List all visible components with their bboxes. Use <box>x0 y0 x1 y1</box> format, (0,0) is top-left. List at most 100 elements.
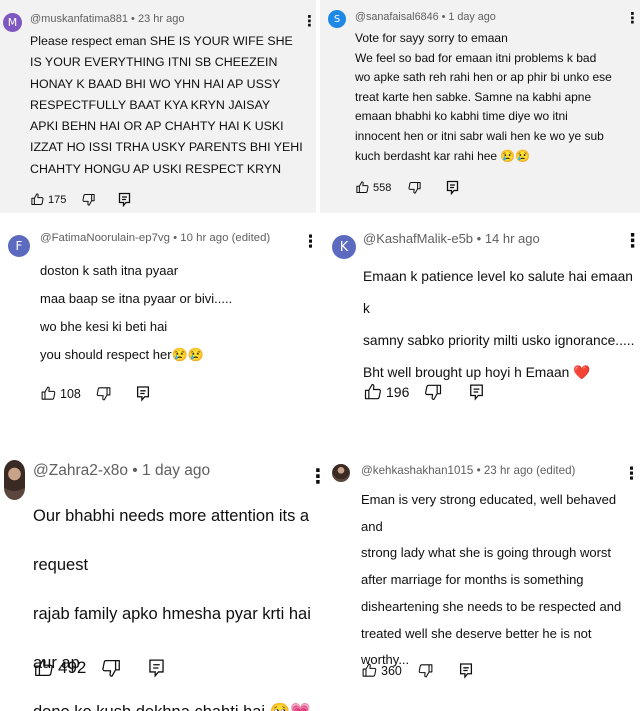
more-vert-icon[interactable]: ⋮ <box>302 232 319 252</box>
comment-card-2: S @sanafaisal6846 • 1 day ago ⋮ Vote for… <box>320 0 640 213</box>
comment-line: Our bhabhi needs more attention its a re… <box>33 507 310 574</box>
comment-card-1: M @muskanfatima881 • 23 hr ago ⋮ Please … <box>0 0 316 213</box>
comment-card-5: @Zahra2-x8o • 1 day ago ⋮ Our bhabhi nee… <box>0 440 320 711</box>
comment-author[interactable]: @sanafaisal6846 <box>355 11 439 23</box>
comment-time[interactable]: 14 hr ago <box>485 231 540 246</box>
thumbs-down-icon[interactable] <box>417 662 434 679</box>
comment-actions: 492 <box>33 657 165 679</box>
comment-line: We feel so bad for emaan itni problems k… <box>355 50 597 65</box>
comment-line: IZZAT HO ISSI TRHA USKY PARENTS BHI YEHI <box>30 140 303 155</box>
thumbs-down-icon[interactable] <box>423 382 443 402</box>
like-button[interactable]: 492 <box>33 657 86 679</box>
reply-icon[interactable] <box>469 382 484 402</box>
comment-line: doston k sath itna pyaar <box>40 263 179 278</box>
reply-icon[interactable] <box>459 662 473 679</box>
comment-author[interactable]: @kehkashakhan1015 <box>361 464 473 477</box>
like-button[interactable]: 360 <box>361 662 402 679</box>
comment-header: @kehkashakhan1015 • 23 hr ago (edited) <box>361 464 576 477</box>
thumbs-up-icon <box>30 192 45 207</box>
comment-author[interactable]: @Zahra2-x8o <box>33 462 128 479</box>
avatar[interactable] <box>332 464 350 482</box>
comment-line: wo apke sath reh rahi hen or ap phir bi … <box>355 70 612 85</box>
comment-header: @Zahra2-x8o • 1 day ago <box>33 462 211 479</box>
comment-line: innocent hen or itni sabr wali hen ke wo… <box>355 128 604 143</box>
avatar[interactable]: F <box>8 235 30 257</box>
comment-line: disheartening she needs to be respected … <box>361 598 622 614</box>
comment-line: maa baap se itna pyaar or bivi..... <box>40 291 233 306</box>
reply-icon[interactable] <box>148 657 165 679</box>
thumbs-up-icon <box>40 385 57 402</box>
more-vert-icon[interactable]: ⋮ <box>625 9 640 27</box>
comment-line: Eman is very strong educated, well behav… <box>361 492 617 534</box>
comment-actions: 558 <box>355 180 459 195</box>
like-count: 196 <box>386 384 410 400</box>
comment-line: kuch berdasht kar rahi hee 😢😢 <box>355 148 531 163</box>
comment-line: HONAY K BAAD BHI WO YHN HAI AP USSY <box>30 76 281 91</box>
comment-line: Emaan k patience level ko salute hai ema… <box>363 269 633 316</box>
like-count: 108 <box>60 386 81 401</box>
comment-card-6: @kehkashakhan1015 • 23 hr ago (edited) ⋮… <box>323 440 640 711</box>
comment-time[interactable]: 23 hr ago (edited) <box>484 464 576 477</box>
comment-line: wo bhe kesi ki beti hai <box>40 319 168 334</box>
thumbs-down-icon[interactable] <box>81 192 96 207</box>
reply-icon[interactable] <box>118 192 131 207</box>
comment-time[interactable]: 23 hr ago <box>138 13 184 25</box>
thumbs-up-icon <box>363 382 383 402</box>
avatar[interactable]: K <box>332 235 356 259</box>
comment-line: treated well she deserve better he is no… <box>361 625 592 641</box>
comment-time[interactable]: 1 day ago <box>448 11 495 23</box>
comment-text: Please respect eman SHE IS YOUR WIFE SHE… <box>30 31 303 180</box>
avatar[interactable]: M <box>3 13 22 32</box>
comment-line: emaan bhabhi ko kabhi time diye wo itni <box>355 109 568 124</box>
more-vert-icon[interactable]: ⋮ <box>308 464 320 488</box>
more-vert-icon[interactable]: ⋮ <box>302 12 316 30</box>
like-count: 558 <box>373 181 392 194</box>
thumbs-down-icon[interactable] <box>100 657 122 679</box>
comment-line: CHAHTY HONGU AP USKI RESPECT KRYN <box>30 161 282 176</box>
like-count: 360 <box>381 663 402 678</box>
comment-line: IS YOUR EVERYTHING ITNI SB CHEEZEIN <box>30 55 278 70</box>
comment-header: @muskanfatima881 • 23 hr ago <box>30 13 185 25</box>
comment-line: APKI BEHN HAI OR AP CHAHTY HAI K USKI <box>30 119 284 134</box>
comment-header: @sanafaisal6846 • 1 day ago <box>355 11 496 23</box>
more-vert-icon[interactable]: ⋮ <box>623 230 640 252</box>
like-button[interactable]: 558 <box>355 180 391 195</box>
thumbs-down-icon[interactable] <box>407 180 422 195</box>
comment-header: @FatimaNoorulain-ep7vg • 10 hr ago (edit… <box>40 232 271 244</box>
comment-line: strong lady what she is going through wo… <box>361 545 612 561</box>
reply-icon[interactable] <box>446 180 459 195</box>
comment-actions: 175 <box>30 192 131 207</box>
comment-text: Emaan k patience level ko salute hai ema… <box>363 261 640 389</box>
comment-time[interactable]: 10 hr ago (edited) <box>180 232 270 244</box>
comment-line: Please respect eman SHE IS YOUR WIFE SHE <box>30 34 293 48</box>
thumbs-down-icon[interactable] <box>95 385 112 402</box>
more-vert-icon[interactable]: ⋮ <box>623 464 640 484</box>
comment-header: @KashafMalik-e5b • 14 hr ago <box>363 231 540 246</box>
comment-card-4: K @KashafMalik-e5b • 14 hr ago ⋮ Emaan k… <box>323 217 640 429</box>
comment-text: doston k sath itna pyaar maa baap se itn… <box>40 257 232 369</box>
comment-line: dono ko kush dekhna chahti hai 🥺💗 <box>33 688 320 711</box>
thumbs-up-icon <box>361 662 378 679</box>
like-button[interactable]: 175 <box>30 192 66 207</box>
comment-line: samny sabko priority milti usko ignoranc… <box>363 333 635 348</box>
thumbs-up-icon <box>33 657 55 679</box>
comment-line: treat karte hen sabke. Samne na kabhi ap… <box>355 89 592 104</box>
comment-author[interactable]: @KashafMalik-e5b <box>363 231 473 246</box>
avatar[interactable]: S <box>328 10 346 28</box>
comment-actions: 108 <box>40 385 150 402</box>
avatar[interactable] <box>4 460 25 500</box>
comment-author[interactable]: @muskanfatima881 <box>30 13 128 25</box>
comment-line: after marriage for months is something <box>361 572 584 588</box>
comment-text: Eman is very strong educated, well behav… <box>361 487 640 674</box>
reply-icon[interactable] <box>136 385 150 402</box>
comment-author[interactable]: @FatimaNoorulain-ep7vg <box>40 232 170 244</box>
comment-line: you should respect her😢😢 <box>40 347 204 362</box>
like-button[interactable]: 108 <box>40 385 81 402</box>
comment-line: Vote for sayy sorry to emaan <box>355 31 508 45</box>
comment-actions: 360 <box>361 662 473 679</box>
comment-actions: 196 <box>363 382 484 402</box>
comment-line: RESPECTFULLY BAAT KYA KRYN JAISAY <box>30 97 271 112</box>
thumbs-up-icon <box>355 180 370 195</box>
comment-time[interactable]: 1 day ago <box>142 462 210 479</box>
like-button[interactable]: 196 <box>363 382 409 402</box>
